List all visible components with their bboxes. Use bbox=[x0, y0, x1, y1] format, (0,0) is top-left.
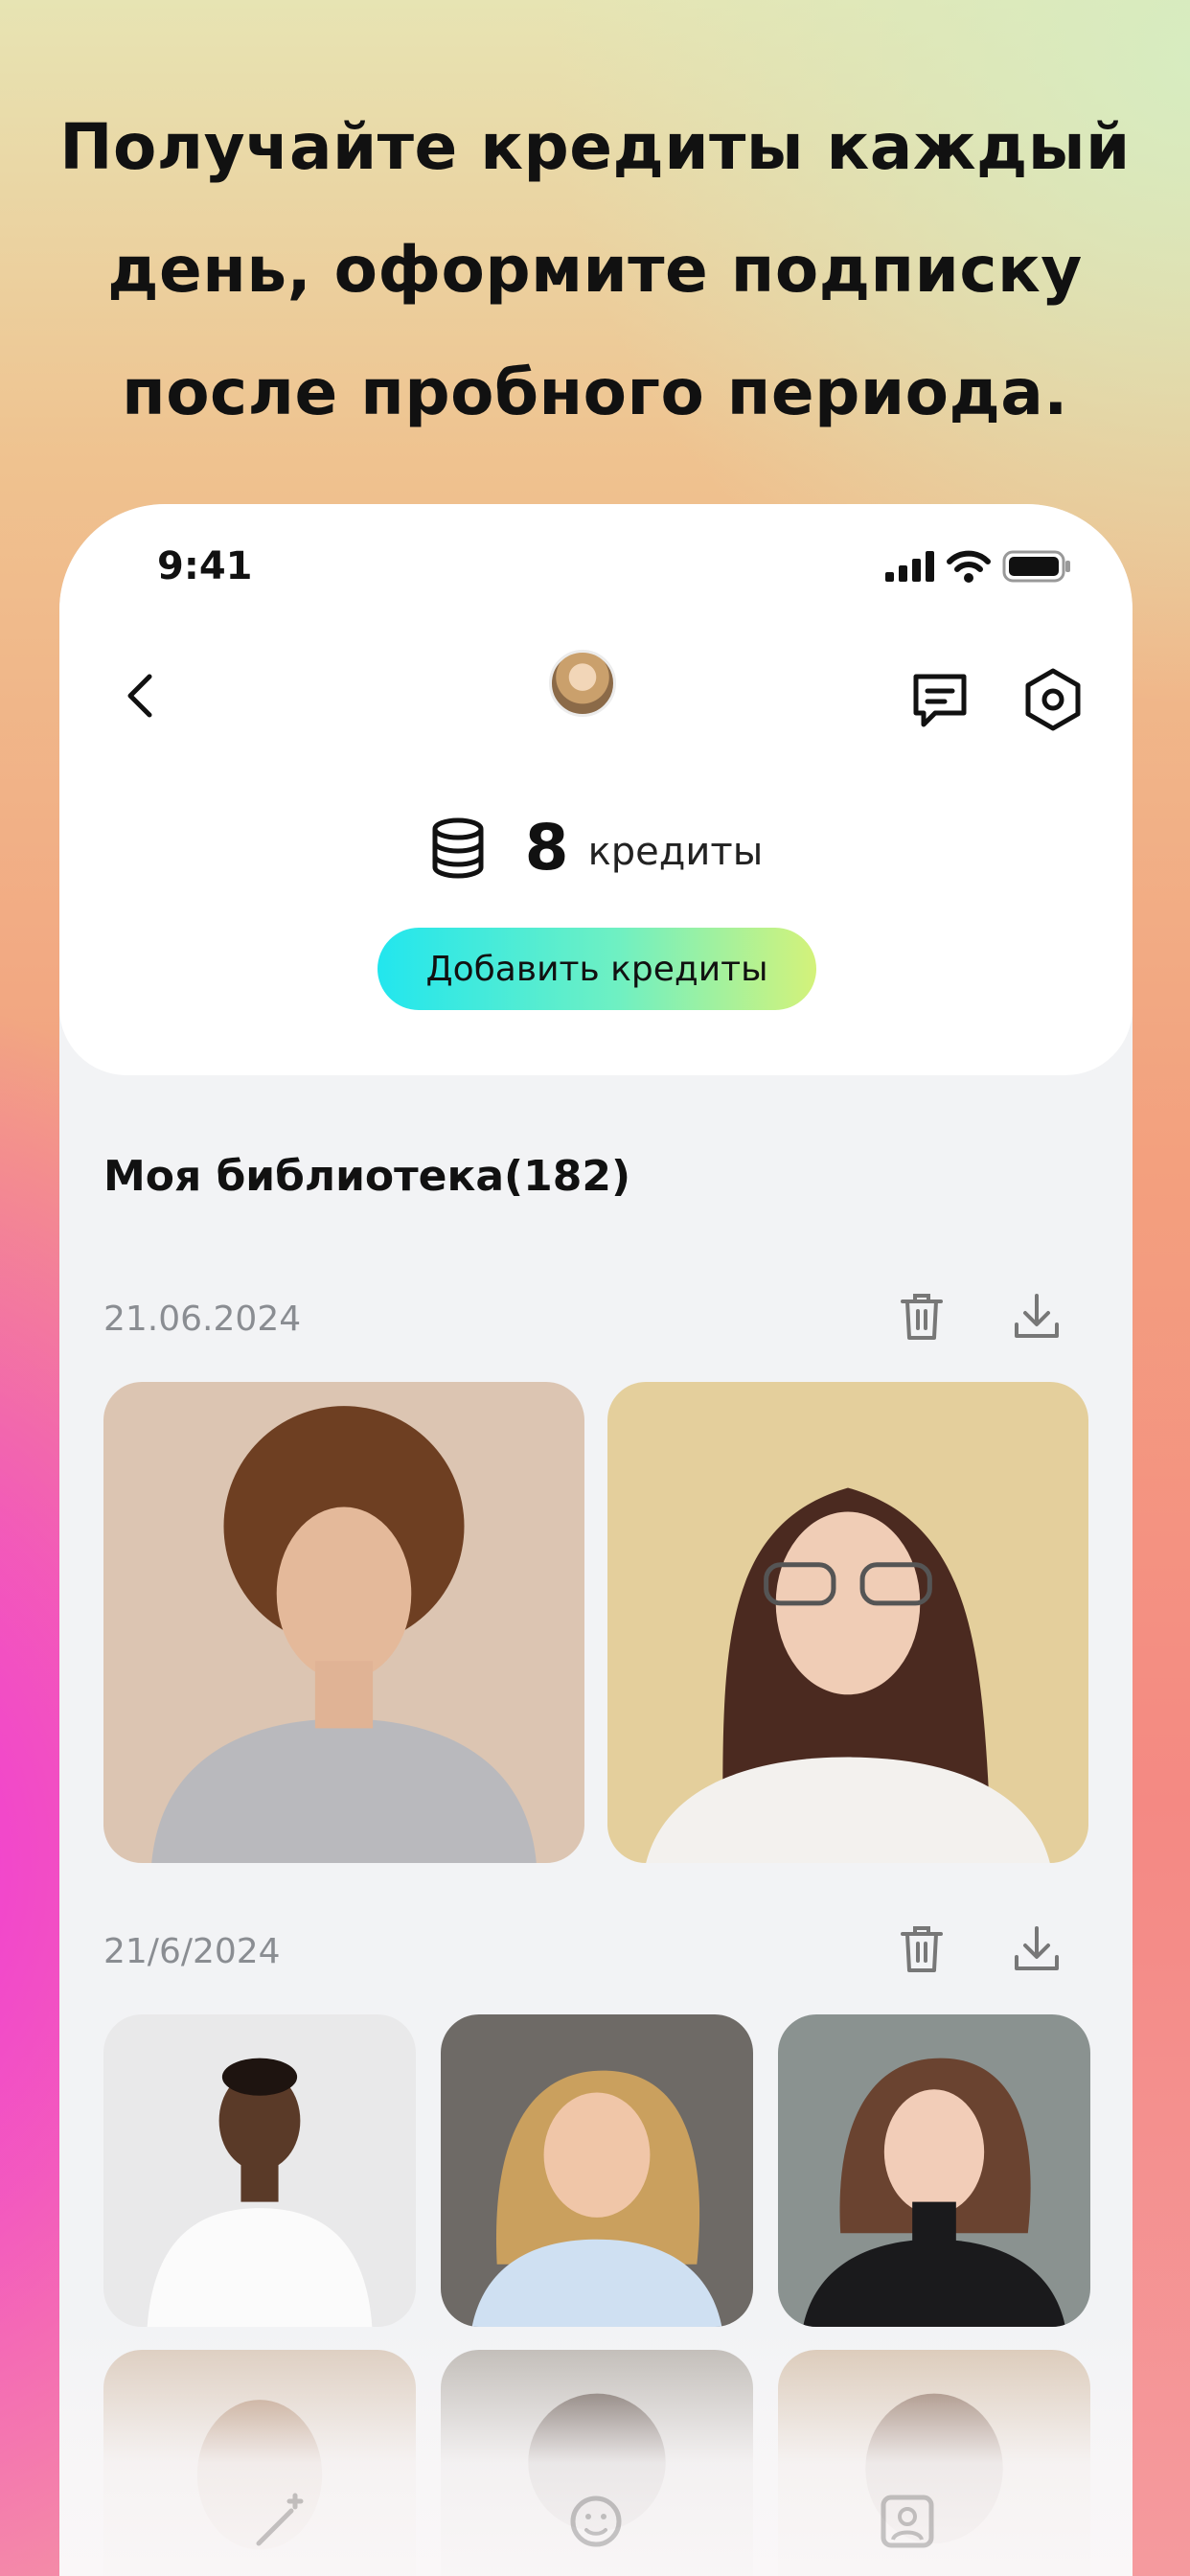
download-icon[interactable] bbox=[1008, 1920, 1065, 1978]
library-photo[interactable] bbox=[103, 2014, 416, 2327]
credits-count: 8 bbox=[524, 811, 569, 885]
message-icon[interactable] bbox=[906, 667, 973, 734]
add-credits-button[interactable]: Добавить кредиты bbox=[378, 928, 816, 1010]
face-swap-icon[interactable] bbox=[562, 2488, 629, 2555]
library-photo[interactable] bbox=[778, 2014, 1090, 2327]
credits-summary: 8 кредиты bbox=[59, 811, 1133, 885]
profile-card-icon[interactable] bbox=[874, 2488, 941, 2555]
promo-headline: Получайте кредиты каждый день, оформите … bbox=[0, 86, 1190, 454]
download-icon[interactable] bbox=[1008, 1288, 1065, 1346]
magic-wand-icon[interactable] bbox=[247, 2488, 314, 2555]
library-title: Моя библиотека(182) bbox=[103, 1152, 631, 1201]
signal-icon bbox=[885, 551, 934, 582]
group-date: 21/6/2024 bbox=[103, 1932, 281, 1971]
group-date: 21.06.2024 bbox=[103, 1300, 302, 1339]
wifi-icon bbox=[947, 550, 991, 583]
headline-line-3: после пробного периода. bbox=[122, 356, 1068, 429]
status-icons bbox=[885, 550, 1071, 583]
avatar[interactable] bbox=[549, 650, 616, 717]
settings-hexagon-icon[interactable] bbox=[1019, 665, 1087, 734]
headline-line-1: Получайте кредиты каждый bbox=[59, 110, 1131, 184]
trash-icon[interactable] bbox=[893, 1920, 950, 1978]
credits-label: кредиты bbox=[587, 829, 764, 874]
library-photo[interactable] bbox=[441, 2014, 753, 2327]
status-time: 9:41 bbox=[157, 544, 253, 588]
credits-header-card: 9:41 8 кредиты Добавить кредиты bbox=[59, 504, 1133, 1075]
coins-stack-icon bbox=[432, 817, 484, 879]
trash-icon[interactable] bbox=[893, 1288, 950, 1346]
back-button[interactable] bbox=[117, 667, 165, 724]
phone-screen: 9:41 8 кредиты Добавить кредиты Моя библ… bbox=[59, 504, 1133, 2576]
library-photo[interactable] bbox=[607, 1382, 1088, 1863]
headline-line-2: день, оформите подписку bbox=[107, 233, 1083, 307]
library-photo[interactable] bbox=[103, 1382, 584, 1863]
battery-icon bbox=[1002, 550, 1070, 583]
